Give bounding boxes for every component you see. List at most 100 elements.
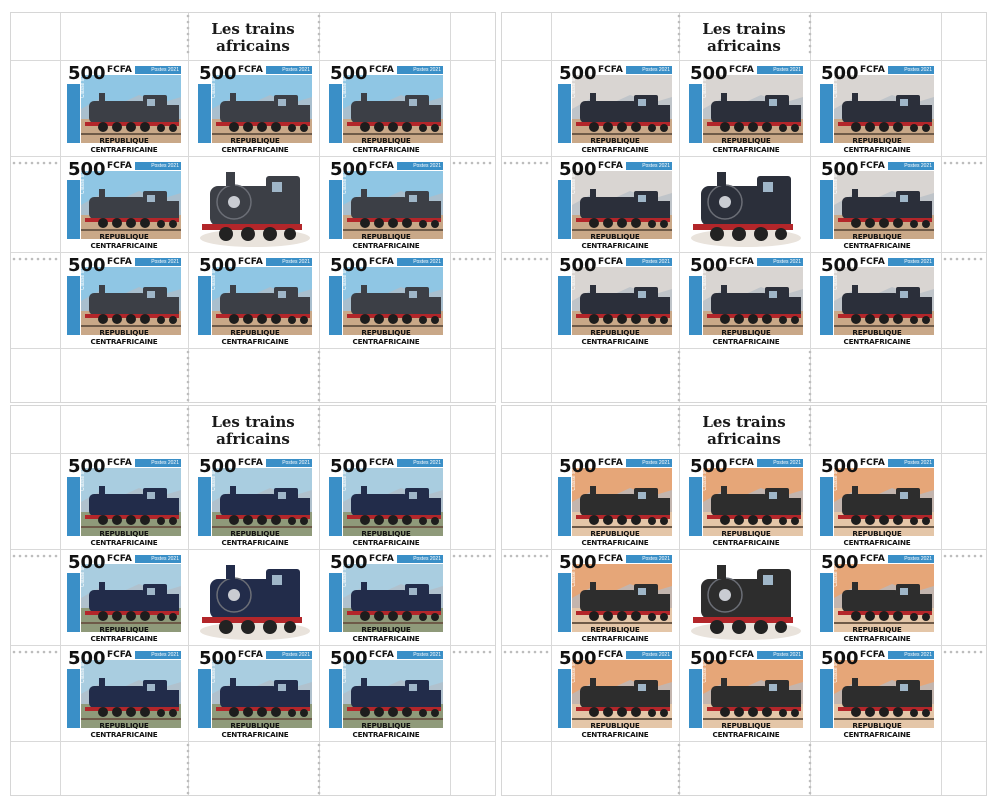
perforation (942, 546, 987, 558)
postes-label: Postes 2021 (642, 652, 670, 658)
stamp-currency: FCFA (107, 554, 132, 564)
stamp-value: 500 (330, 159, 368, 180)
sheet-grid-line (551, 13, 552, 402)
stamp: Classe sud-africaine 3R 4-8-2 Postes 202… (196, 647, 314, 740)
stamp-currency: FCFA (729, 650, 754, 660)
sheet-grid-line (502, 453, 986, 454)
postes-band: Postes 2021 (266, 66, 312, 74)
stamp-currency: FCFA (598, 161, 623, 171)
stamp-side-band (329, 669, 342, 728)
locomotive-picture (81, 564, 181, 632)
sheet-grid-line (941, 13, 942, 402)
sheet-title-line-2: africains (216, 430, 290, 448)
stamp-side-band (198, 84, 211, 143)
locomotive-picture (81, 267, 181, 335)
stamp: Classe sud-africaine 12A 4-8-2 Postes 20… (556, 254, 674, 347)
center-locomotive-vignette (196, 551, 314, 644)
stamp-country: REPUBLIQUE CENTRAFRICAINE (712, 136, 780, 154)
postes-label: Postes 2021 (642, 67, 670, 73)
sheet-title: Les trains africains (11, 21, 495, 55)
stamp-value: 500 (330, 648, 368, 669)
sheet-grid-line (11, 60, 495, 61)
stamp-sheet-4: Les trains africains Classe sud-africaine… (501, 405, 987, 796)
stamp-side-band (820, 180, 833, 239)
stamp-side-band (67, 477, 80, 536)
stamp-country: REPUBLIQUE CENTRAFRICAINE (581, 721, 649, 739)
locomotive-picture (343, 171, 443, 239)
sheet-grid-line (810, 406, 811, 795)
locomotive-picture (834, 171, 934, 239)
stamp-country: REPUBLIQUE CENTRAFRICAINE (581, 625, 649, 643)
stamp-country: REPUBLIQUE CENTRAFRICAINE (581, 232, 649, 250)
stamp: Classe sud-africaine 24 2-8-4 Postes 202… (556, 551, 674, 644)
stamp-country: REPUBLIQUE CENTRAFRICAINE (352, 328, 420, 346)
postes-band: Postes 2021 (266, 258, 312, 266)
locomotive-picture (81, 468, 181, 536)
postes-label: Postes 2021 (904, 652, 932, 658)
stamp: Classe sud-africaine 12A 4-8-2 Postes 20… (818, 158, 936, 251)
postes-band: Postes 2021 (888, 459, 934, 467)
locomotive-picture (572, 75, 672, 143)
perforation (451, 249, 496, 261)
stamp-value: 500 (690, 255, 728, 276)
stamp: Classe sud-africaine 12A 4-8-2 Postes 20… (687, 62, 805, 155)
stamp-country: REPUBLIQUE CENTRAFRICAINE (712, 328, 780, 346)
stamp-value: 500 (330, 552, 368, 573)
stamp-country: REPUBLIQUE CENTRAFRICAINE (221, 328, 289, 346)
center-locomotive-vignette (687, 551, 805, 644)
stamp-currency: FCFA (860, 257, 885, 267)
stamp-side-band (67, 276, 80, 335)
stamp-currency: FCFA (369, 458, 394, 468)
stamp-value: 500 (68, 63, 106, 84)
stamp-country: REPUBLIQUE CENTRAFRICAINE (90, 136, 158, 154)
postes-label: Postes 2021 (642, 259, 670, 265)
stamp-country: REPUBLIQUE CENTRAFRICAINE (221, 529, 289, 547)
stamp: Classe sud-africaine 15F 4-8-2 Postes 20… (327, 158, 445, 251)
postes-label: Postes 2021 (642, 163, 670, 169)
perforation (942, 249, 987, 261)
sheet-grid-line (810, 13, 811, 402)
locomotive-picture (703, 75, 803, 143)
stamp-currency: FCFA (369, 554, 394, 564)
stamp-currency: FCFA (729, 257, 754, 267)
sheet-grid-line (60, 13, 61, 402)
stamp-side-band (198, 477, 211, 536)
stamp-side-band (329, 84, 342, 143)
sheet-title-line-1: Les trains (211, 20, 295, 38)
postes-label: Postes 2021 (413, 652, 441, 658)
postes-label: Postes 2021 (642, 556, 670, 562)
stamp-side-band (198, 276, 211, 335)
postes-band: Postes 2021 (888, 258, 934, 266)
postes-band: Postes 2021 (135, 258, 181, 266)
stamp-value: 500 (199, 648, 237, 669)
stamp-side-band (689, 669, 702, 728)
stamp-value: 500 (559, 63, 597, 84)
postes-band: Postes 2021 (888, 651, 934, 659)
postes-band: Postes 2021 (888, 555, 934, 563)
stamp-currency: FCFA (107, 161, 132, 171)
locomotive-picture (834, 267, 934, 335)
stamp: Classe sud-africaine 24 2-8-4 Postes 202… (818, 551, 936, 644)
locomotive-picture (834, 564, 934, 632)
sheet-grid-line (941, 406, 942, 795)
sheet-grid-line (679, 13, 680, 402)
stamp-country: REPUBLIQUE CENTRAFRICAINE (581, 529, 649, 547)
stamp-currency: FCFA (238, 65, 263, 75)
postes-label: Postes 2021 (773, 67, 801, 73)
postes-band: Postes 2021 (135, 555, 181, 563)
locomotive-picture (703, 660, 803, 728)
stamp-currency: FCFA (369, 161, 394, 171)
stamp-currency: FCFA (238, 257, 263, 267)
stamp-currency: FCFA (369, 650, 394, 660)
stamp-side-band (198, 669, 211, 728)
sheet-grid-line (319, 13, 320, 402)
stamp-value: 500 (821, 63, 859, 84)
stamp-value: 500 (821, 648, 859, 669)
postes-band: Postes 2021 (626, 66, 672, 74)
perforation (451, 642, 496, 654)
perforation (316, 349, 322, 403)
locomotive-picture (572, 660, 672, 728)
stamp: Classe sud-africaine 24 2-8-4 Postes 202… (556, 455, 674, 548)
center-locomotive-vignette (687, 158, 805, 251)
sheet-grid-line (502, 156, 986, 157)
